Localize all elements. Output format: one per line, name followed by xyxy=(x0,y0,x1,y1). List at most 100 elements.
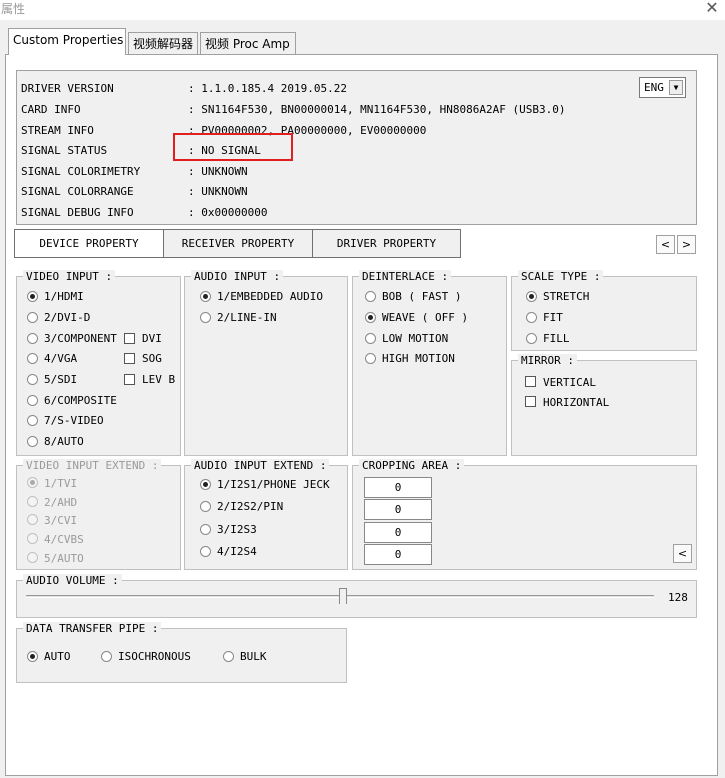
signal-colorimetry-label: SIGNAL COLORIMETRY xyxy=(21,165,141,178)
audio-extend-radio-2[interactable] xyxy=(200,501,211,512)
video-input-radio-6[interactable] xyxy=(27,395,38,406)
data-pipe-label: DATA TRANSFER PIPE : xyxy=(23,622,162,635)
mirror-vertical-label: VERTICAL xyxy=(543,376,596,389)
deinterlace-radio-3[interactable] xyxy=(365,333,376,344)
sog-checkbox[interactable] xyxy=(124,353,135,364)
video-extend-option-4: 4/CVBS xyxy=(44,533,84,546)
crop-top-input[interactable]: 0 xyxy=(364,477,432,498)
video-input-option-7: 7/S-VIDEO xyxy=(44,414,104,427)
video-extend-option-3: 3/CVI xyxy=(44,514,78,527)
deinterlace-option-3: LOW MOTION xyxy=(382,332,449,345)
audio-extend-option-4: 4/I2S4 xyxy=(217,545,257,558)
volume-value: 128 xyxy=(668,591,688,604)
deinterlace-radio-2[interactable] xyxy=(365,312,376,323)
audio-extend-option-3: 3/I2S3 xyxy=(217,523,257,536)
audio-input-radio-1[interactable] xyxy=(200,291,211,302)
mirror-horizontal-checkbox[interactable] xyxy=(525,396,536,407)
mirror-horizontal-label: HORIZONTAL xyxy=(543,396,610,409)
crop-right-input[interactable]: 0 xyxy=(364,544,432,565)
video-extend-radio-1[interactable] xyxy=(27,477,38,488)
video-input-radio-7[interactable] xyxy=(27,415,38,426)
video-input-extend-group: VIDEO INPUT EXTEND : xyxy=(16,459,181,570)
audio-extend-radio-1[interactable] xyxy=(200,479,211,490)
signal-debug-value: : 0x00000000 xyxy=(188,206,268,219)
deinterlace-radio-4[interactable] xyxy=(365,353,376,364)
dvi-checkbox[interactable] xyxy=(124,333,135,344)
video-input-extend-label: VIDEO INPUT EXTEND : xyxy=(23,459,162,472)
video-input-radio-8[interactable] xyxy=(27,436,38,447)
audio-input-option-1: 1/EMBEDDED AUDIO xyxy=(217,290,323,303)
dropdown-arrow-icon[interactable]: ▼ xyxy=(669,80,683,95)
audio-input-label: AUDIO INPUT : xyxy=(191,270,284,283)
video-input-option-8: 8/AUTO xyxy=(44,435,84,448)
tab-custom-properties[interactable]: Custom Properties xyxy=(8,28,126,55)
deinterlace-label: DEINTERLACE : xyxy=(359,270,452,283)
tab-video-proc-amp[interactable]: 视频 Proc Amp xyxy=(200,32,296,54)
audio-extend-radio-3[interactable] xyxy=(200,524,211,535)
video-input-option-2: 2/DVI-D xyxy=(44,311,91,324)
scale-type-radio-1[interactable] xyxy=(526,291,537,302)
signal-colorrange-label: SIGNAL COLORRANGE xyxy=(21,185,134,198)
video-extend-radio-5[interactable] xyxy=(27,552,38,563)
volume-slider-thumb[interactable] xyxy=(339,588,347,604)
card-info-value: : SN1164F530, BN00000014, MN1164F530, HN… xyxy=(188,103,566,116)
pipe-isochronous-label: ISOCHRONOUS xyxy=(118,650,191,663)
audio-volume-label: AUDIO VOLUME : xyxy=(23,574,122,587)
audio-input-group: AUDIO INPUT : xyxy=(184,270,348,456)
tab-prev-arrow-icon[interactable]: < xyxy=(656,235,675,254)
video-input-radio-4[interactable] xyxy=(27,353,38,364)
tab-driver-property[interactable]: DRIVER PROPERTY xyxy=(312,229,461,258)
video-input-radio-5[interactable] xyxy=(27,374,38,385)
video-extend-radio-3[interactable] xyxy=(27,514,38,525)
cropping-area-label: CROPPING AREA : xyxy=(359,459,465,472)
scale-type-option-2: FIT xyxy=(543,311,563,324)
language-select[interactable]: ENG ▼ xyxy=(639,77,686,98)
pipe-isochronous-radio[interactable] xyxy=(101,651,112,662)
video-input-option-4: 4/VGA xyxy=(44,352,78,365)
close-icon[interactable]: ✕ xyxy=(700,0,724,18)
lev-b-checkbox[interactable] xyxy=(124,374,135,385)
highlight-box xyxy=(173,133,293,161)
video-extend-radio-4[interactable] xyxy=(27,533,38,544)
pipe-auto-radio[interactable] xyxy=(27,651,38,662)
deinterlace-group: DEINTERLACE : xyxy=(352,270,507,456)
video-input-group: VIDEO INPUT : xyxy=(16,270,181,456)
tab-receiver-property[interactable]: RECEIVER PROPERTY xyxy=(163,229,313,258)
mirror-vertical-checkbox[interactable] xyxy=(525,376,536,387)
video-extend-option-5: 5/AUTO xyxy=(44,552,84,565)
sog-label: SOG xyxy=(142,352,162,365)
scale-type-option-1: STRETCH xyxy=(543,290,590,303)
tab-next-arrow-icon[interactable]: > xyxy=(677,235,696,254)
card-info-label: CARD INFO xyxy=(21,103,81,116)
signal-colorimetry-value: : UNKNOWN xyxy=(188,165,248,178)
scale-type-radio-2[interactable] xyxy=(526,312,537,323)
video-input-option-3: 3/COMPONENT xyxy=(44,332,117,345)
crop-bottom-input[interactable]: 0 xyxy=(364,499,432,520)
stream-info-label: STREAM INFO xyxy=(21,124,94,137)
audio-input-radio-2[interactable] xyxy=(200,312,211,323)
video-input-option-1: 1/HDMI xyxy=(44,290,84,303)
crop-left-input[interactable]: 0 xyxy=(364,522,432,543)
deinterlace-option-2: WEAVE ( OFF ) xyxy=(382,311,469,324)
audio-extend-option-1: 1/I2S1/PHONE JECK xyxy=(217,478,330,491)
dvi-label: DVI xyxy=(142,332,162,345)
video-input-radio-2[interactable] xyxy=(27,312,38,323)
video-input-label: VIDEO INPUT : xyxy=(23,270,116,283)
video-extend-radio-2[interactable] xyxy=(27,496,38,507)
window-title: 属性 xyxy=(1,2,26,16)
video-extend-option-2: 2/AHD xyxy=(44,496,78,509)
video-input-option-6: 6/COMPOSITE xyxy=(44,394,117,407)
audio-extend-radio-4[interactable] xyxy=(200,546,211,557)
pipe-bulk-radio[interactable] xyxy=(223,651,234,662)
pipe-bulk-label: BULK xyxy=(240,650,267,663)
video-input-radio-1[interactable] xyxy=(27,291,38,302)
scale-type-radio-3[interactable] xyxy=(526,333,537,344)
signal-status-label: SIGNAL STATUS xyxy=(21,144,108,157)
tab-video-decoder[interactable]: 视频解码器 xyxy=(128,32,198,54)
tab-device-property[interactable]: DEVICE PROPERTY xyxy=(14,229,164,258)
crop-arrow-icon[interactable]: < xyxy=(673,544,692,563)
driver-version-label: DRIVER VERSION xyxy=(21,82,114,95)
deinterlace-radio-1[interactable] xyxy=(365,291,376,302)
title-bar xyxy=(0,0,725,20)
video-input-radio-3[interactable] xyxy=(27,333,38,344)
